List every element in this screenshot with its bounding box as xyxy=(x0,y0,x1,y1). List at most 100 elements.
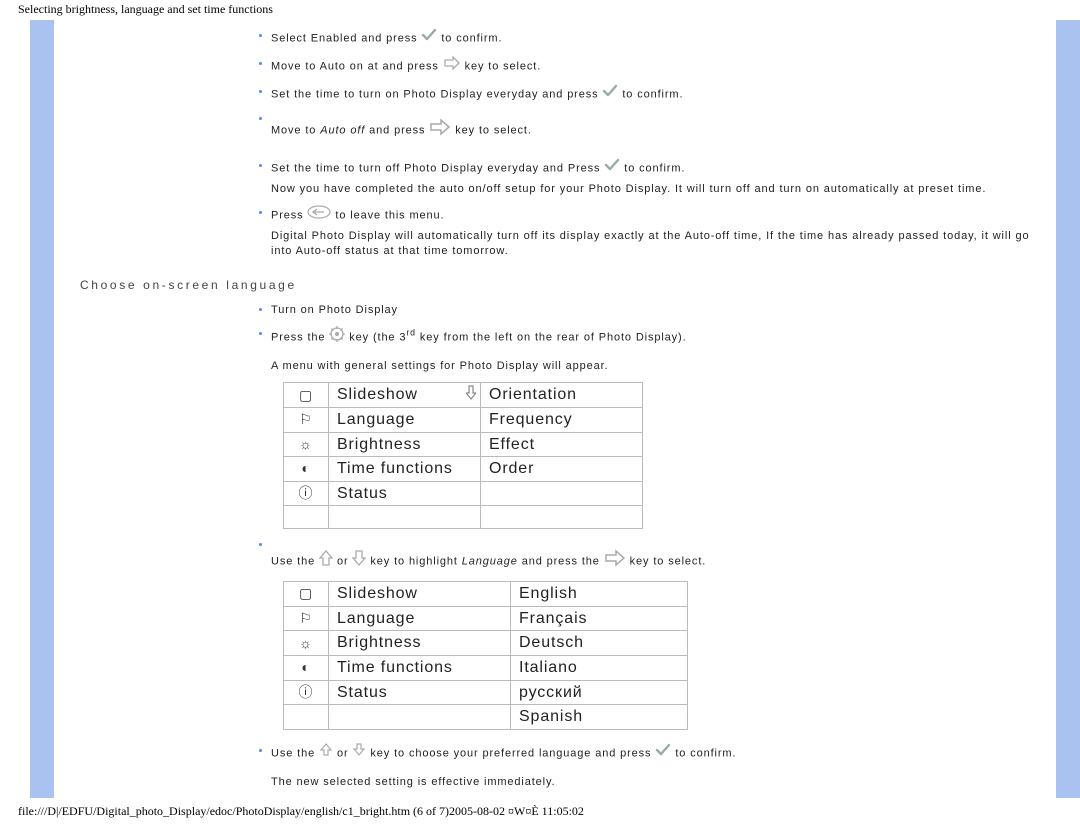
table-row: ▢SlideshowEnglish xyxy=(284,582,688,607)
step-enabled: Select Enabled and press to confirm. xyxy=(259,29,1044,48)
table-row: ☼BrightnessDeutsch xyxy=(284,631,688,656)
right-vbar xyxy=(1056,20,1080,798)
table-row: ◐Time functionsOrder xyxy=(284,457,643,482)
menu-value: Deutsch xyxy=(511,631,688,656)
text: key (the 3 xyxy=(349,331,406,343)
text: to confirm. xyxy=(441,32,502,44)
note: A menu with general settings for Photo D… xyxy=(271,359,1044,374)
text: Select Enabled and press xyxy=(271,32,421,44)
table-row: ▢SlideshowOrientation xyxy=(284,383,643,408)
step-press-back: Press to leave this menu. Digital Photo … xyxy=(259,206,1044,259)
text: key to select. xyxy=(630,556,707,568)
menu-icon: ☼ xyxy=(284,631,329,656)
page-footer: file:///D|/EDFU/Digital_photo_Display/ed… xyxy=(18,804,1080,819)
text: key from the left on the rear of Photo D… xyxy=(416,331,687,343)
menu-table-1: ▢SlideshowOrientation⚐LanguageFrequency☼… xyxy=(283,382,643,529)
menu-label: Time functions xyxy=(329,457,481,482)
text: Use the xyxy=(271,556,319,568)
menu-value: English xyxy=(511,582,688,607)
menu-label: Slideshow xyxy=(329,582,511,607)
menu-icon: ⓘ xyxy=(284,680,329,705)
arrow-right-icon xyxy=(429,118,451,141)
arrow-right-icon xyxy=(604,549,626,572)
check-icon xyxy=(421,28,437,47)
table-row: ⓘStatusрусский xyxy=(284,680,688,705)
text: key to select. xyxy=(455,124,532,136)
menu-icon: ☼ xyxy=(284,432,329,457)
text: to confirm. xyxy=(622,88,683,100)
menu-icon xyxy=(284,506,329,529)
text: Set the time to turn on Photo Display ev… xyxy=(271,88,602,100)
menu-icon: ▢ xyxy=(284,383,329,408)
text-em: Language xyxy=(462,556,518,568)
menu-icon: ⓘ xyxy=(284,481,329,506)
text: to confirm. xyxy=(675,747,736,759)
text: and press xyxy=(365,124,429,136)
table-row: ⚐LanguageFrequency xyxy=(284,407,643,432)
note: Now you have completed the auto on/off s… xyxy=(271,182,1044,197)
menu-value: Frequency xyxy=(481,407,643,432)
page-header: Selecting brightness, language and set t… xyxy=(0,0,1080,17)
gear-icon xyxy=(329,326,345,347)
menu-value: Français xyxy=(511,606,688,631)
text-em: Auto off xyxy=(320,124,365,136)
menu-value: Spanish xyxy=(511,705,688,730)
arrow-right-icon xyxy=(443,56,461,75)
sup: rd xyxy=(406,327,416,337)
section-heading: Choose on-screen language xyxy=(54,277,1044,293)
step-auto-on: Move to Auto on at and press key to sele… xyxy=(259,57,1044,76)
table-row xyxy=(284,506,643,529)
text: and press the xyxy=(518,556,604,568)
arrow-up-icon xyxy=(319,743,333,761)
text: Set the time to turn off Photo Display e… xyxy=(271,163,604,175)
menu-label: Language xyxy=(329,606,511,631)
menu-icon: ◐ xyxy=(284,457,329,482)
text: or xyxy=(337,747,352,759)
note: Digital Photo Display will automatically… xyxy=(271,229,1044,259)
back-icon xyxy=(307,205,331,224)
text: to leave this menu. xyxy=(335,209,444,221)
menu-label xyxy=(329,705,511,730)
step-set-on-time: Set the time to turn on Photo Display ev… xyxy=(259,85,1044,104)
note: The new selected setting is effective im… xyxy=(271,775,1044,790)
menu-label: Status xyxy=(329,481,481,506)
text: key to choose your preferred language an… xyxy=(370,747,655,759)
menu-label xyxy=(329,506,481,529)
menu-value xyxy=(481,481,643,506)
table-row: ⓘStatus xyxy=(284,481,643,506)
step-set-off-time: Set the time to turn off Photo Display e… xyxy=(259,159,1044,197)
menu-label: Status xyxy=(329,680,511,705)
menu-icon: ⚐ xyxy=(284,606,329,631)
menu-value: Italiano xyxy=(511,655,688,680)
step-highlight-lang: Use the or key to highlight Language and… xyxy=(259,538,1044,729)
menu-value: Orientation xyxy=(481,383,643,408)
table-row: ⚐LanguageFrançais xyxy=(284,606,688,631)
menu-label: Brightness xyxy=(329,432,481,457)
page-frame: Select Enabled and press to confirm. Mov… xyxy=(30,20,1080,798)
text: key to highlight xyxy=(370,556,461,568)
menu-icon: ⚐ xyxy=(284,407,329,432)
menu-table-2: ▢SlideshowEnglish⚐LanguageFrançais☼Brigh… xyxy=(283,581,688,730)
menu-label: Time functions xyxy=(329,655,511,680)
menu-icon xyxy=(284,705,329,730)
left-vbar xyxy=(30,20,54,798)
text: Use the xyxy=(271,747,319,759)
text: to confirm. xyxy=(624,163,685,175)
arrow-down-icon xyxy=(352,743,366,761)
menu-label: Language xyxy=(329,407,481,432)
check-icon xyxy=(604,158,620,177)
content-body: Select Enabled and press to confirm. Mov… xyxy=(54,29,1044,789)
text: Move to Auto on at and press xyxy=(271,60,443,72)
step-auto-off: Move to Auto off and press key to select… xyxy=(259,113,1044,142)
menu-value: русский xyxy=(511,680,688,705)
menu-value: Order xyxy=(481,457,643,482)
menu-icon: ◐ xyxy=(284,655,329,680)
text: or xyxy=(337,556,352,568)
arrow-up-icon xyxy=(319,550,333,571)
text: Move to xyxy=(271,124,320,136)
text: Press the xyxy=(271,331,329,343)
check-icon xyxy=(602,84,618,103)
arrow-down-icon xyxy=(352,550,366,571)
table-row: ◐Time functionsItaliano xyxy=(284,655,688,680)
menu-value xyxy=(481,506,643,529)
